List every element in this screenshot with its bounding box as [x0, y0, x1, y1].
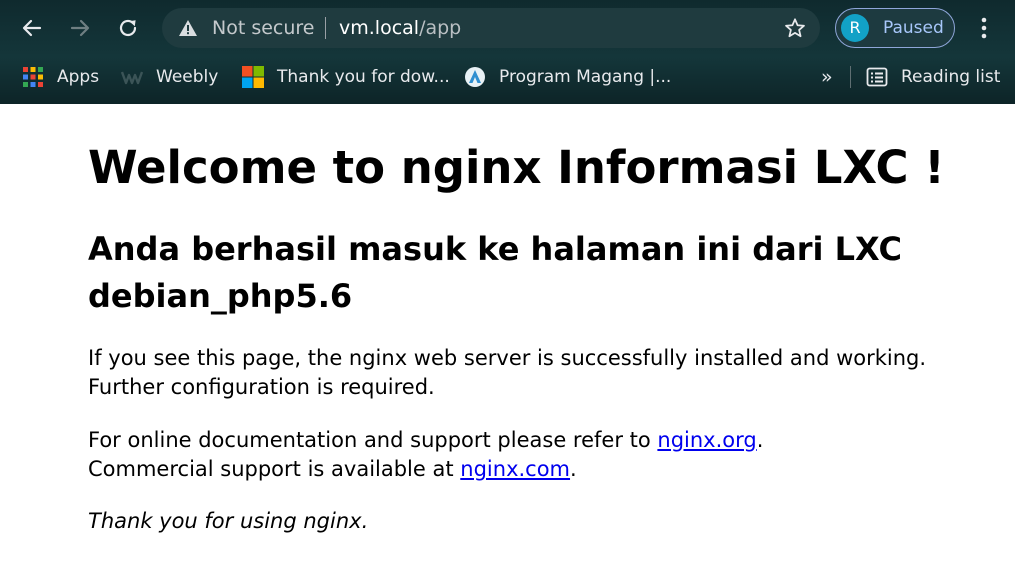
bookmark-label: Apps — [57, 67, 100, 87]
page-subtitle: Anda berhasil masuk ke halaman ini dari … — [88, 230, 902, 315]
reading-list-icon — [866, 67, 888, 87]
warning-triangle-icon[interactable] — [178, 19, 198, 37]
back-button[interactable] — [16, 12, 48, 44]
browser-chrome: Not secure vm.local/app R Paused Apps We… — [0, 0, 1015, 104]
bookmark-program-magang[interactable]: Program Magang |... — [464, 64, 671, 90]
forward-button[interactable] — [64, 12, 96, 44]
profile-button[interactable]: R Paused — [835, 8, 955, 48]
bookmark-apps[interactable]: Apps — [22, 64, 99, 90]
url-path: /app — [419, 17, 462, 39]
url-host: vm.local — [339, 17, 420, 39]
reload-button[interactable] — [112, 12, 144, 44]
commercial-prefix-text: Commercial support is available at — [88, 457, 461, 481]
omnibox-divider — [325, 17, 326, 39]
avatar: R — [841, 14, 869, 42]
reading-list-label: Reading list — [901, 67, 1001, 87]
docs-suffix-text: . — [756, 428, 764, 452]
bookmark-label: Thank you for dow... — [277, 67, 450, 87]
star-icon[interactable] — [784, 17, 806, 39]
profile-status-label: Paused — [883, 18, 944, 38]
bookmarks-bar: Apps Weebly Thank you for dow... Program… — [0, 56, 1015, 98]
commercial-suffix-text: . — [570, 457, 577, 481]
bookmark-label: Program Magang |... — [499, 67, 672, 87]
docs-prefix-text: For online documentation and support ple… — [88, 428, 658, 452]
nginx-com-link[interactable]: nginx.com — [460, 457, 570, 481]
apps-grid-icon — [23, 67, 43, 87]
site-favicon-icon — [465, 67, 485, 87]
browser-toolbar: Not secure vm.local/app R Paused — [0, 0, 1015, 56]
arrow-right-icon — [70, 19, 90, 37]
microsoft-logo-icon — [242, 66, 264, 88]
kebab-menu-icon[interactable] — [972, 12, 996, 44]
docs-paragraph: For online documentation and support ple… — [88, 426, 948, 484]
nginx-org-link[interactable]: nginx.org — [657, 428, 756, 452]
bookmark-weebly[interactable]: Weebly — [121, 64, 218, 90]
thanks-paragraph: Thank you for using nginx. — [88, 509, 369, 533]
url-text[interactable]: vm.local/app — [339, 17, 461, 39]
page-content: Welcome to nginx Informasi LXC ! Anda be… — [0, 104, 1015, 570]
address-bar[interactable]: Not secure vm.local/app — [162, 8, 820, 48]
intro-paragraph: If you see this page, the nginx web serv… — [88, 346, 927, 399]
bookmark-thank-you[interactable]: Thank you for dow... — [242, 64, 450, 90]
weebly-logo-icon — [121, 71, 143, 85]
reload-icon — [119, 19, 137, 37]
page-title: Welcome to nginx Informasi LXC ! — [88, 141, 945, 194]
reading-list-button[interactable]: Reading list — [866, 64, 1000, 90]
bookmarks-overflow-button[interactable]: » — [821, 64, 833, 90]
arrow-left-icon — [22, 19, 42, 37]
bookmarks-divider — [850, 66, 851, 88]
security-status-label[interactable]: Not secure — [212, 17, 315, 39]
bookmark-label: Weebly — [156, 67, 219, 87]
